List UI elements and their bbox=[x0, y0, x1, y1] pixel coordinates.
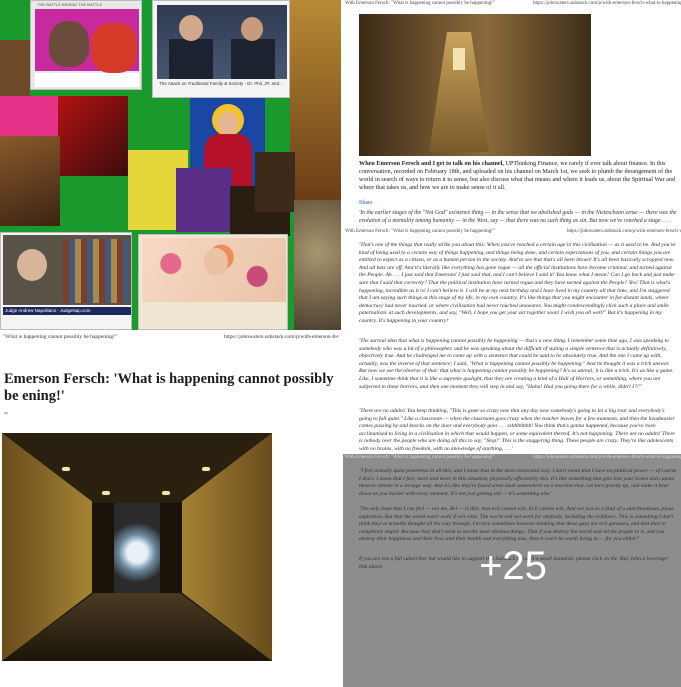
print-page-title: With Emerson Fersch: "What is happening … bbox=[345, 455, 495, 460]
video-thumbnail-header: THE BATTLE BEHIND THE BATTLE bbox=[37, 2, 103, 7]
coins-image bbox=[294, 200, 341, 330]
print-header: With Emerson Fersch: "What is happening … bbox=[343, 454, 681, 462]
print-header: With Emerson Fersch: "What is happening … bbox=[343, 0, 681, 8]
article-headline: Emerson Fersch: 'What is happening canno… bbox=[4, 371, 334, 404]
purple-panel bbox=[176, 168, 232, 232]
print-page-url: https://johnwaters.substack.com/p/with-e… bbox=[224, 334, 339, 340]
article-quote: 'In the earlier stages of the "Not God" … bbox=[359, 210, 677, 224]
print-header: With Emerson Fersch: "What is happening … bbox=[343, 228, 681, 236]
floral-painting bbox=[138, 234, 288, 330]
video-thumbnail-title: The Attack on Traditional Family & Socie… bbox=[159, 81, 283, 86]
print-page-url: https://johnwaters.substack.com/p/with-e… bbox=[567, 229, 681, 234]
gallery-tile-article-title[interactable]: Emerson Fersch: 'What is happening canno… bbox=[0, 345, 341, 687]
share-link[interactable]: Share bbox=[359, 200, 373, 206]
crucifix-panel bbox=[255, 152, 295, 212]
print-page-url: https://johnwaters.substack.com/p/with-e… bbox=[533, 455, 681, 460]
article-intro: When Emerson Fersch and I get to talk on… bbox=[359, 160, 677, 192]
wood-panel bbox=[0, 136, 60, 226]
article-paragraph: 'That's one of the things that really st… bbox=[359, 242, 676, 324]
article-paragraph: 'The surreal idea that what is happening… bbox=[359, 338, 674, 390]
red-panel bbox=[58, 96, 128, 176]
print-page-title: With Emerson Fersch: "What is happening … bbox=[345, 1, 495, 6]
gallery-tile-article-page-1[interactable]: With Emerson Fersch: "What is happening … bbox=[343, 0, 681, 226]
video-thumbnail-banner: Judge Andrew Napolitano - JudgeNap.com bbox=[3, 307, 131, 315]
gallery-tile-collage[interactable]: THE BATTLE BEHIND THE BATTLE The Attack … bbox=[0, 0, 341, 343]
article-paragraph: 'There are no adults! You keep thinking,… bbox=[359, 408, 675, 452]
hallway-photo bbox=[2, 433, 272, 661]
article-intro-bold: When Emerson Fersch and I get to talk on… bbox=[359, 160, 504, 167]
video-thumbnail-napolitano: Judge Andrew Napolitano - JudgeNap.com bbox=[0, 232, 132, 330]
video-thumbnail-interview: The Attack on Traditional Family & Socie… bbox=[152, 0, 290, 98]
pink-panel bbox=[0, 96, 60, 136]
print-page-title: "What is happening cannot possibly be ha… bbox=[3, 334, 118, 340]
gallery-tile-more[interactable]: With Emerson Fersch: "What is happening … bbox=[343, 454, 681, 687]
print-header: "What is happening cannot possibly be ha… bbox=[0, 331, 341, 343]
article-paragraph: 'The only hope that I can feel — not me,… bbox=[359, 506, 674, 543]
crucifix-image bbox=[0, 40, 30, 100]
dome-image bbox=[290, 0, 341, 200]
hallway-photo bbox=[359, 14, 591, 156]
collage-image: THE BATTLE BEHIND THE BATTLE The Attack … bbox=[0, 0, 341, 330]
print-page-url: https://johnwaters.substack.com/p/with-e… bbox=[533, 1, 681, 6]
article-paragraph: "I feel actually quite powerless in all … bbox=[359, 468, 677, 497]
video-thumbnail-battle: THE BATTLE BEHIND THE BATTLE bbox=[30, 0, 142, 90]
print-page-title: With Emerson Fersch: "What is happening … bbox=[345, 229, 495, 234]
more-images-count[interactable]: +25 bbox=[453, 544, 573, 588]
gallery-tile-article-page-2[interactable]: With Emerson Fersch: "What is happening … bbox=[343, 228, 681, 452]
byline-mark: ꟹ bbox=[4, 412, 8, 418]
